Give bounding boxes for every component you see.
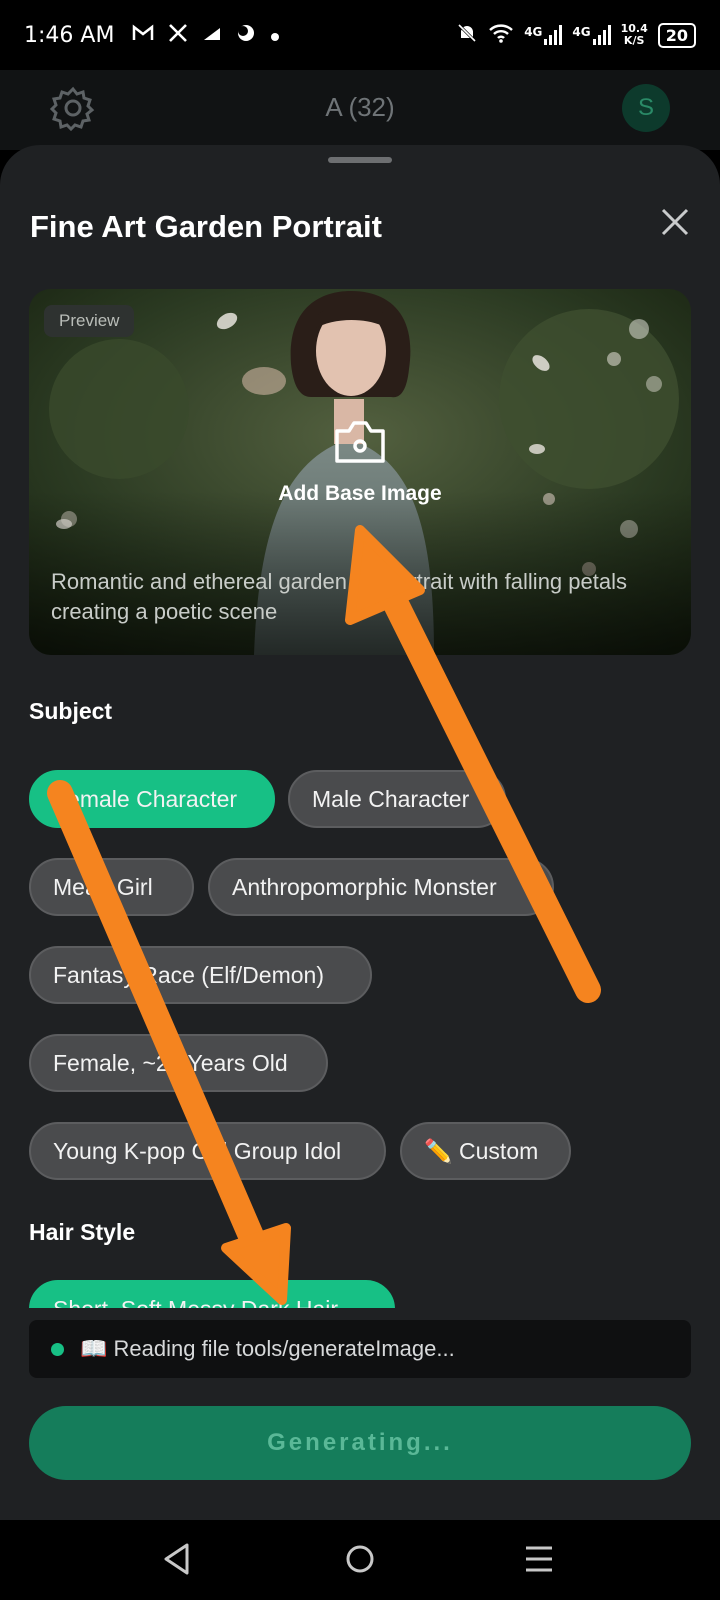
add-base-image-label: Add Base Image: [278, 482, 442, 505]
signal-1: 4G: [524, 25, 563, 45]
bottom-sheet: Fine Art Garden Portrait Preview Add Bas…: [0, 145, 720, 1520]
subject-label: Subject: [29, 698, 113, 724]
signal-bars-icon: [592, 25, 611, 45]
hair-style-label: Hair Style: [29, 1219, 136, 1245]
drag-handle[interactable]: [328, 157, 392, 163]
signal-2: 4G: [572, 25, 611, 45]
menu-icon[interactable]: [524, 1542, 554, 1576]
moon-app-icon: [236, 23, 256, 48]
preview-description: Romantic and ethereal garden art portrai…: [51, 569, 627, 624]
progress-text: 📖 Reading file tools/generateImage...: [80, 1336, 455, 1361]
battery-indicator: 20: [657, 22, 696, 48]
app-header: A (32) S: [0, 70, 720, 150]
slope-icon: [202, 23, 222, 47]
sheet-title: Fine Art Garden Portrait: [30, 209, 382, 244]
x-icon: [168, 23, 188, 48]
back-icon[interactable]: [162, 1542, 192, 1576]
progress-status: 📖 Reading file tools/generateImage...: [29, 1320, 691, 1378]
add-base-image-button[interactable]: Add Base Image: [29, 419, 691, 506]
more-notifications-dot-icon: [270, 23, 280, 47]
chip-fantasy-race[interactable]: Fantasy Race (Elf/Demon): [29, 946, 372, 1004]
signal-bars-icon: [544, 25, 563, 45]
chip-custom[interactable]: ✏️ Custom: [400, 1122, 571, 1180]
chip-kpop-idol[interactable]: Young K-pop Girl Group Idol: [29, 1122, 386, 1180]
preview-card[interactable]: Preview Add Base Image Romantic and ethe…: [29, 289, 691, 655]
hair-style-chips: Short, Soft Messy Dark Hair: [29, 1280, 395, 1308]
clock: 1:46 AM: [24, 22, 115, 48]
preview-badge: Preview: [44, 305, 135, 337]
system-nav-bar: [0, 1520, 720, 1600]
close-icon[interactable]: [660, 207, 690, 237]
wifi-icon: [488, 23, 514, 47]
status-dot-icon: [51, 1342, 64, 1356]
net-speed: 10.4 K/S: [620, 22, 648, 47]
mute-bell-icon: [456, 22, 478, 48]
notification-icons: [132, 23, 280, 48]
camera-icon: [333, 421, 387, 469]
page-title: A (32): [325, 92, 395, 122]
chip-female-character[interactable]: Female Character: [29, 770, 275, 828]
chip-male-character[interactable]: Male Character: [288, 770, 506, 828]
chip-mean-girl[interactable]: Mean Girl: [29, 858, 194, 916]
generate-button[interactable]: Generating...: [29, 1406, 691, 1480]
chip-female-20[interactable]: Female, ~20 Years Old: [29, 1034, 328, 1092]
avatar[interactable]: S: [622, 84, 670, 132]
gmail-icon: [132, 23, 154, 47]
chip-anthropomorphic-monster[interactable]: Anthropomorphic Monster: [208, 858, 554, 916]
home-icon[interactable]: [344, 1542, 376, 1576]
status-bar: 1:46 AM 4G 4G 10.4 K/S 20: [0, 0, 720, 70]
chip-hair-selected[interactable]: Short, Soft Messy Dark Hair: [29, 1280, 395, 1308]
